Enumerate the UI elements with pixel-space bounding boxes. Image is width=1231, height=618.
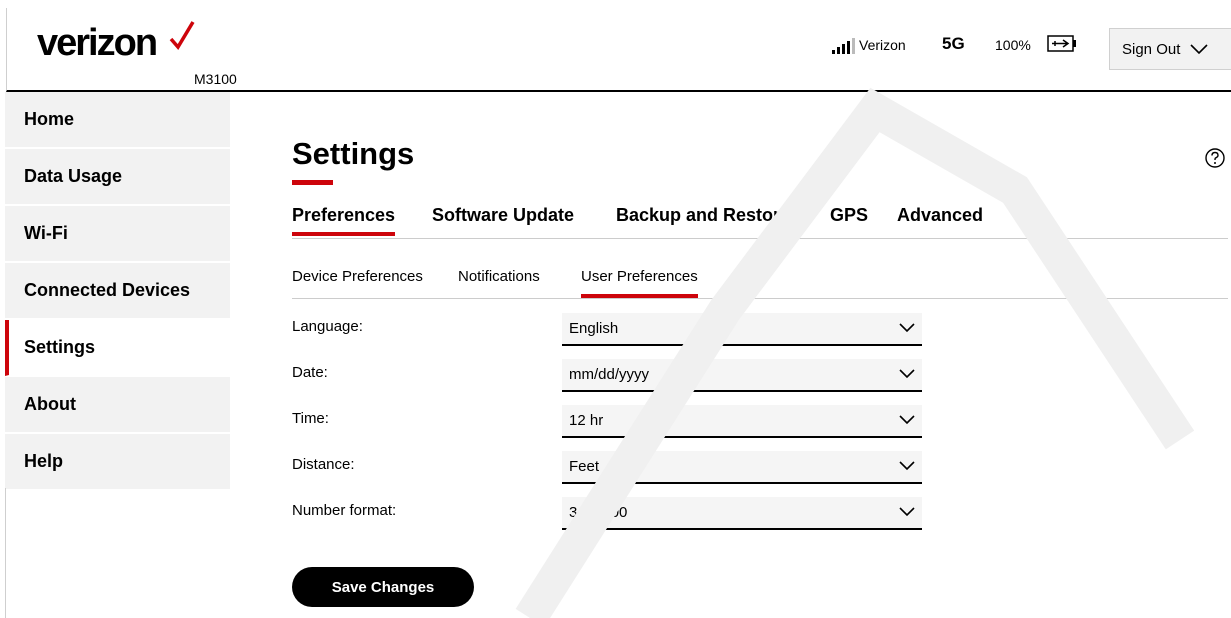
number-format-label: Number format: xyxy=(292,502,397,519)
tab-preferences[interactable]: Preferences xyxy=(292,205,396,236)
language-select[interactable]: English xyxy=(562,313,922,346)
page-title: Settings xyxy=(292,136,415,171)
chevron-down-icon xyxy=(899,323,915,333)
distance-unit-value: Feet xyxy=(569,458,600,475)
signal-bars-icon xyxy=(832,38,855,54)
chevron-down-icon xyxy=(899,507,915,517)
number-format-value: 3,234.00 xyxy=(569,504,628,521)
subtabs-divider xyxy=(292,298,1228,299)
sidebar-item-settings[interactable]: Settings xyxy=(5,320,230,376)
carrier-name: Verizon xyxy=(859,37,906,53)
distance-label: Distance: xyxy=(292,456,355,473)
sign-out-button[interactable]: Sign Out xyxy=(1109,28,1231,70)
save-changes-button[interactable]: Save Changes xyxy=(292,567,474,607)
subtab-user-preferences[interactable]: User Preferences xyxy=(581,268,698,298)
tab-backup-and-restore[interactable]: Backup and Restore xyxy=(616,205,790,226)
sidebar-item-help[interactable]: Help xyxy=(5,434,230,490)
tab-advanced[interactable]: Advanced xyxy=(897,205,983,226)
language-value: English xyxy=(569,320,619,337)
sidebar-item-label: Wi-Fi xyxy=(24,223,68,243)
battery-percentage: 100% xyxy=(995,37,1031,53)
sidebar-item-connected-devices[interactable]: Connected Devices xyxy=(5,263,230,319)
time-label: Time: xyxy=(292,410,329,427)
sidebar-item-label: Connected Devices xyxy=(24,280,191,300)
tab-gps[interactable]: GPS xyxy=(830,205,868,226)
tabs-divider xyxy=(292,238,1228,239)
sign-out-label: Sign Out xyxy=(1122,40,1181,58)
time-format-select[interactable]: 12 hr xyxy=(562,405,922,438)
check-mark-icon xyxy=(169,21,195,50)
title-underline xyxy=(292,180,333,185)
date-format-value: mm/dd/yyyy xyxy=(569,366,650,383)
sidebar-item-label: About xyxy=(24,394,76,414)
chevron-down-icon xyxy=(899,461,915,471)
sidebar-border xyxy=(5,488,6,618)
chevron-down-icon xyxy=(899,415,915,425)
chevron-down-icon xyxy=(1190,43,1208,54)
distance-unit-select[interactable]: Feet xyxy=(562,451,922,484)
verizon-logo: verizon xyxy=(37,22,158,64)
sidebar-nav: Home Data Usage Wi-Fi Connected Devices … xyxy=(5,92,230,491)
language-label: Language: xyxy=(292,318,363,335)
sidebar-item-label: Help xyxy=(24,451,64,471)
sidebar-item-label: Data Usage xyxy=(24,166,123,186)
battery-charging-icon xyxy=(1047,35,1076,52)
time-format-value: 12 hr xyxy=(569,412,604,429)
device-model: M3100 xyxy=(194,71,237,87)
sidebar-item-wifi[interactable]: Wi-Fi xyxy=(5,206,230,262)
tab-software-update[interactable]: Software Update xyxy=(432,205,574,226)
sidebar-item-data-usage[interactable]: Data Usage xyxy=(5,149,230,205)
date-format-select[interactable]: mm/dd/yyyy xyxy=(562,359,922,392)
number-format-select[interactable]: 3,234.00 xyxy=(562,497,922,530)
subtab-notifications[interactable]: Notifications xyxy=(458,268,540,285)
sidebar-item-label: Home xyxy=(24,109,75,129)
sidebar-item-home[interactable]: Home xyxy=(5,92,230,148)
help-circle-icon[interactable] xyxy=(1204,147,1226,169)
sidebar-item-about[interactable]: About xyxy=(5,377,230,433)
date-label: Date: xyxy=(292,364,328,381)
subtab-device-preferences[interactable]: Device Preferences xyxy=(292,268,423,285)
network-type: 5G xyxy=(942,34,965,53)
sidebar-item-label: Settings xyxy=(24,337,96,357)
top-header: verizon M3100 Verizon 5G 100% Sign Out xyxy=(6,8,1231,92)
chevron-down-icon xyxy=(899,369,915,379)
